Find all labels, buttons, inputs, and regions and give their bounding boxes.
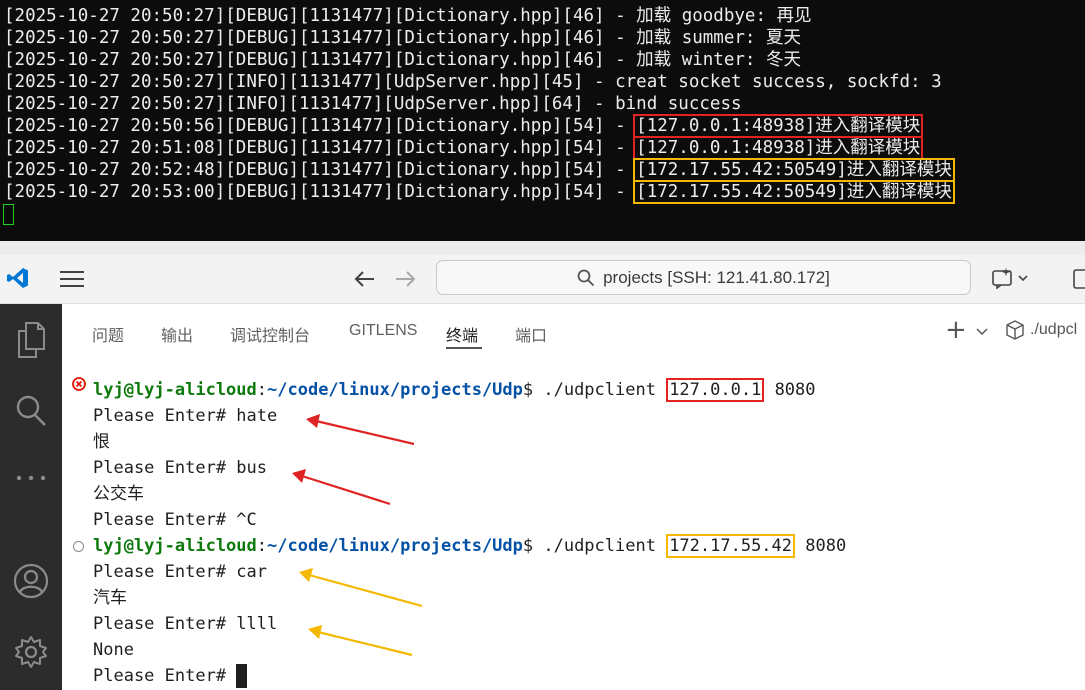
title-bar: projects [SSH: 121.41.80.172] — [0, 255, 1085, 304]
tab-ports[interactable]: 端口 — [515, 322, 547, 346]
tab-problems[interactable]: 问题 — [92, 322, 124, 346]
terminal-cube-icon — [1006, 320, 1024, 340]
command-text: $ ./udpclient — [522, 536, 667, 556]
search-icon[interactable] — [0, 394, 62, 428]
port-text: 8080 — [805, 536, 847, 556]
highlight-box-red: [127.0.0.1:48938]进入翻译模块 — [633, 114, 924, 138]
terminal-cursor — [3, 204, 14, 225]
terminal-line: Please Enter# bus — [93, 458, 267, 478]
account-icon[interactable] — [0, 562, 62, 600]
log-line: [2025-10-27 20:51:08][DEBUG][1131477][Di… — [4, 136, 924, 160]
server-terminal: [2025-10-27 20:50:27][DEBUG][1131477][Di… — [0, 0, 1085, 241]
command-text: $ ./udpclient — [522, 380, 667, 400]
terminal-line: Please Enter# llll — [93, 614, 278, 634]
terminal-name-label: ./udpcl — [1030, 321, 1078, 338]
prompt-path: ~/code/linux/projects/Udp — [267, 380, 523, 400]
terminal-line: Please Enter# ^C — [93, 510, 257, 530]
prompt-user: lyj@lyj-alicloud — [93, 380, 257, 400]
log-line: [2025-10-27 20:50:27][DEBUG][1131477][Di… — [4, 6, 812, 26]
terminal-line: 汽车 — [93, 588, 127, 608]
forward-arrow-icon[interactable] — [392, 267, 418, 291]
log-line: [2025-10-27 20:50:27][INFO][1131477][Udp… — [4, 72, 942, 92]
terminal-line: Please Enter# hate — [93, 406, 278, 426]
terminal-input-line[interactable]: Please Enter# — [93, 663, 248, 689]
gear-icon[interactable] — [0, 634, 62, 670]
new-terminal-icon[interactable]: + — [945, 317, 967, 343]
tab-debug-console[interactable]: 调试控制台 — [230, 322, 310, 346]
tab-gitlens[interactable]: GITLENS — [349, 322, 417, 340]
cropped-strip — [0, 241, 1085, 255]
log-line: [2025-10-27 20:50:56][DEBUG][1131477][Di… — [4, 114, 924, 138]
active-tab-indicator — [446, 347, 482, 349]
terminal-caret — [236, 664, 248, 688]
panel-tabs: 问题 输出 调试控制台 GITLENS 终端 端口 + ./udpcl — [62, 304, 1085, 360]
vscode-logo-icon[interactable] — [5, 265, 31, 291]
search-label: projects [SSH: 121.41.80.172] — [603, 267, 830, 287]
highlight-box-red: [127.0.0.1:48938]进入翻译模块 — [633, 136, 924, 160]
ip-highlight-yellow: 172.17.55.42 — [666, 534, 796, 558]
prompt-line: lyj@lyj-alicloud:~/code/linux/projects/U… — [93, 534, 847, 558]
prompt-path: ~/code/linux/projects/Udp — [267, 536, 523, 556]
explorer-icon[interactable] — [0, 321, 62, 359]
layout-icon[interactable] — [1068, 267, 1085, 291]
more-icon[interactable] — [0, 474, 62, 482]
tab-terminal[interactable]: 终端 — [446, 322, 478, 346]
terminal-prompt-text: Please Enter# — [93, 666, 237, 686]
search-icon — [577, 269, 595, 286]
terminal-line: 恨 — [93, 432, 110, 452]
menu-icon[interactable] — [58, 267, 86, 291]
prompt-user: lyj@lyj-alicloud — [93, 536, 257, 556]
error-status-icon[interactable] — [72, 377, 86, 391]
log-prefix: [2025-10-27 20:51:08][DEBUG][1131477][Di… — [4, 138, 637, 158]
log-prefix: [2025-10-27 20:52:48][DEBUG][1131477][Di… — [4, 160, 637, 180]
running-status-icon[interactable] — [73, 541, 84, 552]
terminal-line: Please Enter# car — [93, 562, 267, 582]
terminal-instance[interactable]: ./udpcl — [1006, 320, 1077, 340]
log-line: [2025-10-27 20:52:48][DEBUG][1131477][Di… — [4, 158, 955, 182]
highlight-box-yellow: [172.17.55.42:50549]进入翻译模块 — [633, 158, 955, 182]
log-line: [2025-10-27 20:50:27][DEBUG][1131477][Di… — [4, 50, 801, 70]
copilot-chat-icon[interactable] — [990, 265, 1034, 291]
command-center-search[interactable]: projects [SSH: 121.41.80.172] — [436, 260, 971, 295]
back-arrow-icon[interactable] — [352, 267, 378, 291]
highlight-box-yellow: [172.17.55.42:50549]进入翻译模块 — [633, 180, 955, 204]
bottom-panel: 问题 输出 调试控制台 GITLENS 终端 端口 + ./udpcl lyj@… — [62, 304, 1085, 690]
tab-output[interactable]: 输出 — [161, 322, 193, 346]
terminal-line: 公交车 — [93, 484, 144, 504]
log-line: [2025-10-27 20:50:27][DEBUG][1131477][Di… — [4, 28, 801, 48]
terminal-line: None — [93, 640, 134, 660]
log-prefix: [2025-10-27 20:53:00][DEBUG][1131477][Di… — [4, 182, 637, 202]
log-line: [2025-10-27 20:50:27][INFO][1131477][Udp… — [4, 94, 742, 114]
port-text: 8080 — [774, 380, 816, 400]
chevron-down-icon[interactable] — [976, 323, 988, 341]
activity-bar — [0, 304, 62, 690]
prompt-line: lyj@lyj-alicloud:~/code/linux/projects/U… — [93, 378, 816, 402]
ip-highlight-red: 127.0.0.1 — [666, 378, 765, 402]
log-line: [2025-10-27 20:53:00][DEBUG][1131477][Di… — [4, 180, 955, 204]
log-prefix: [2025-10-27 20:50:56][DEBUG][1131477][Di… — [4, 116, 637, 136]
